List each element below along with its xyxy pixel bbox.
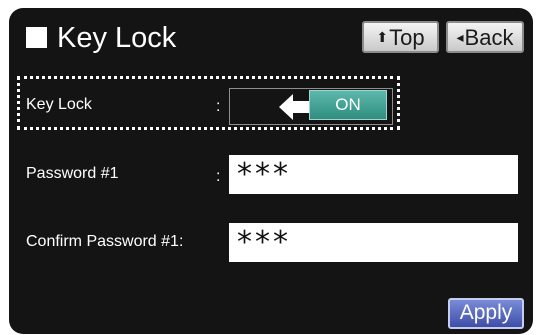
back-button[interactable]: ◂Back: [446, 21, 524, 53]
key-lock-label: Key Lock: [26, 96, 92, 113]
page-title: Key Lock: [57, 22, 177, 54]
key-lock-screen: Key Lock ⬆Top ◂Back Key Lock : ON Passwo…: [9, 8, 533, 334]
top-button[interactable]: ⬆Top: [362, 21, 439, 53]
left-triangle-icon: ◂: [456, 29, 464, 45]
up-arrow-icon: ⬆: [376, 29, 389, 45]
password-field[interactable]: ***: [229, 155, 518, 194]
square-icon: [26, 27, 47, 48]
top-button-label: Top: [389, 25, 425, 50]
apply-button[interactable]: Apply: [448, 298, 524, 329]
key-lock-toggle-knob[interactable]: ON: [309, 90, 387, 120]
confirm-password-label: Confirm Password #1:: [26, 233, 184, 250]
password-label: Password #1: [26, 165, 119, 182]
back-button-label: Back: [464, 25, 514, 50]
confirm-password-field[interactable]: ***: [229, 223, 518, 262]
password-colon: :: [216, 168, 221, 185]
key-lock-colon: :: [216, 98, 221, 115]
